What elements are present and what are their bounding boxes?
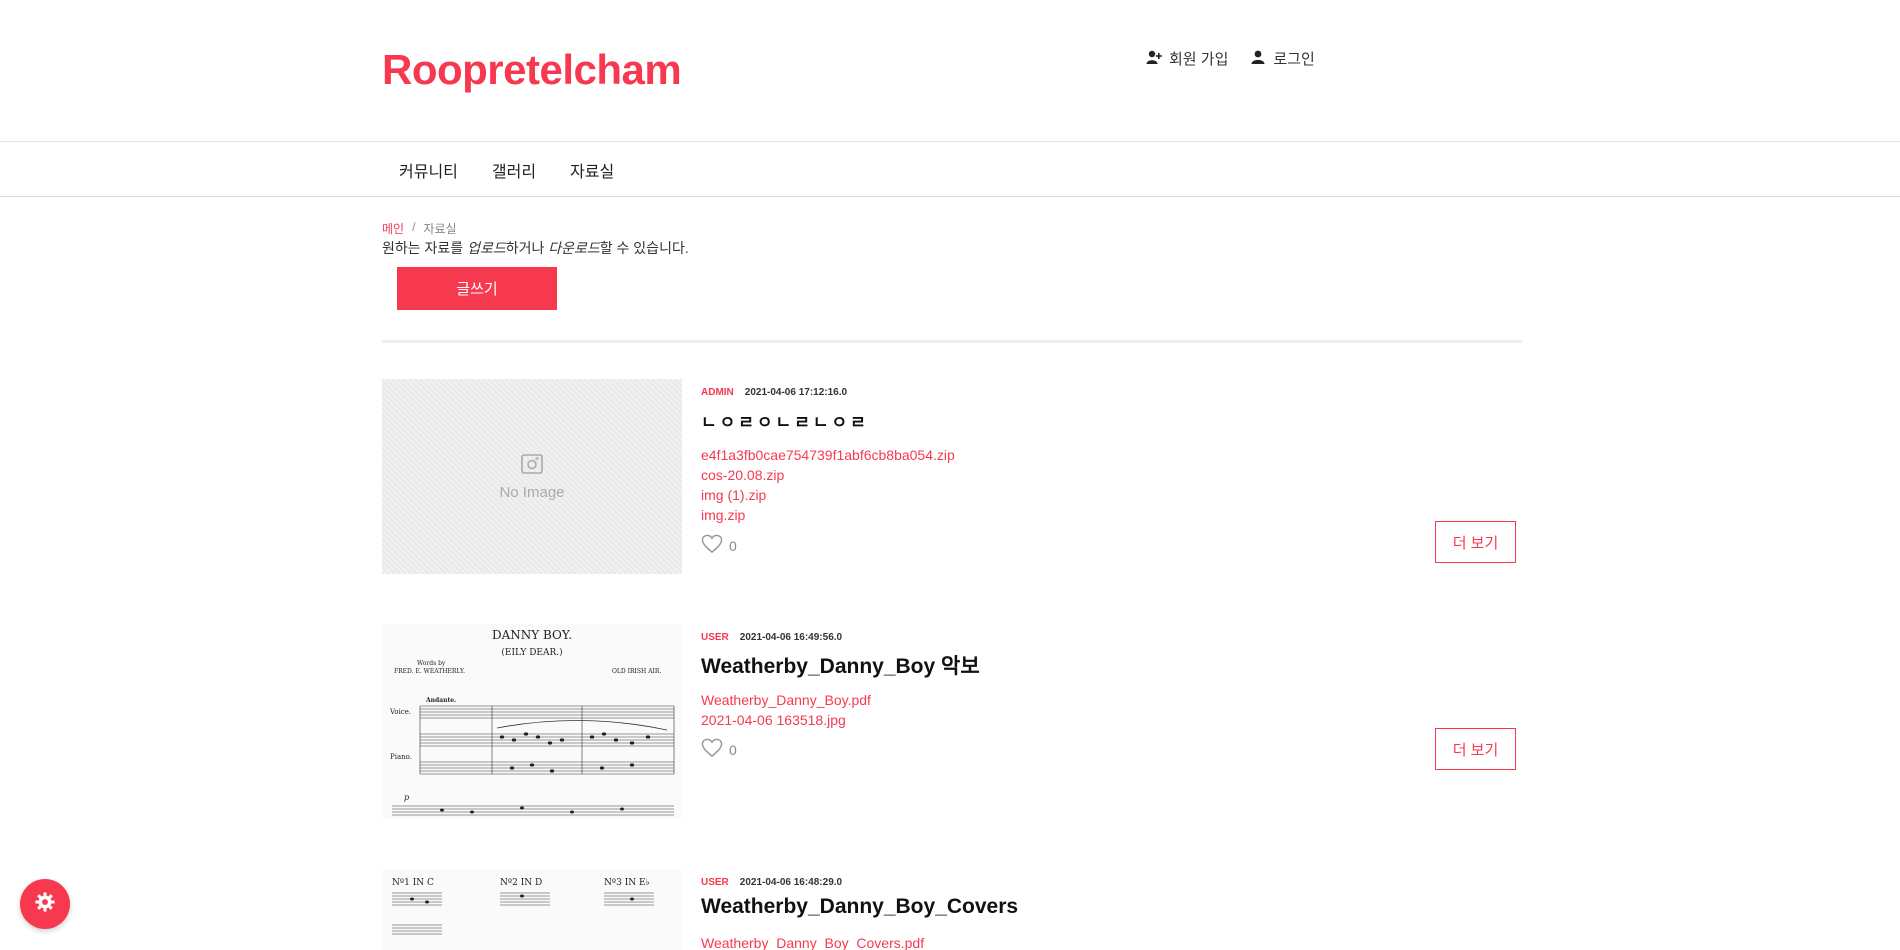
post-title[interactable]: ㄴㅇㄹㅇㄴㄹㄴㅇㄹ bbox=[701, 408, 869, 433]
breadcrumb-home[interactable]: 메인 bbox=[382, 220, 404, 237]
svg-text:p: p bbox=[404, 793, 409, 802]
svg-text:FRED. E. WEATHERLY.: FRED. E. WEATHERLY. bbox=[394, 668, 465, 675]
description-upload: 업로드 bbox=[467, 240, 506, 256]
svg-text:Piano.: Piano. bbox=[390, 753, 412, 761]
svg-text:Nº1 IN C: Nº1 IN C bbox=[392, 878, 434, 888]
site-logo[interactable]: Roopretelcham bbox=[382, 46, 682, 94]
breadcrumb: 메인 / 자료실 bbox=[382, 220, 457, 237]
post-date: 2021-04-06 16:48:29.0 bbox=[739, 877, 843, 888]
file-link[interactable]: img (1).zip bbox=[701, 485, 955, 505]
login-link[interactable]: 로그인 bbox=[1250, 48, 1315, 69]
svg-text:DANNY BOY.: DANNY BOY. bbox=[492, 628, 572, 642]
like-button[interactable]: 0 bbox=[701, 534, 737, 557]
user-plus-icon bbox=[1146, 49, 1162, 69]
file-link[interactable]: img.zip bbox=[701, 505, 955, 525]
heart-icon bbox=[701, 738, 723, 761]
post-files: Weatherby_Danny_Boy.pdf 2021-04-06 16351… bbox=[701, 690, 871, 730]
post-author: USER bbox=[701, 632, 729, 643]
divider bbox=[382, 340, 1522, 343]
post-thumbnail[interactable]: No Image bbox=[382, 379, 682, 574]
file-link[interactable]: cos-20.08.zip bbox=[701, 465, 955, 485]
post-files: e4f1a3fb0cae754739f1abf6cb8ba054.zip cos… bbox=[701, 445, 955, 525]
svg-text:Nº3 IN E♭: Nº3 IN E♭ bbox=[604, 878, 650, 888]
page-description: 원하는 자료를 업로드하거나 다운로드할 수 있습니다. bbox=[382, 238, 689, 258]
description-download: 다운로드 bbox=[548, 240, 600, 256]
heart-icon bbox=[701, 534, 723, 557]
post-meta: USER 2021-04-06 16:49:56.0 bbox=[701, 632, 842, 643]
post-title[interactable]: Weatherby_Danny_Boy 악보 bbox=[701, 650, 980, 680]
more-button[interactable]: 더 보기 bbox=[1435, 728, 1516, 770]
breadcrumb-separator: / bbox=[412, 220, 416, 234]
more-button[interactable]: 더 보기 bbox=[1435, 521, 1516, 563]
description-text: 할 수 있습니다. bbox=[599, 240, 689, 256]
main-nav: 커뮤니티 갤러리 자료실 bbox=[0, 142, 1900, 197]
description-text: 하거나 bbox=[505, 240, 549, 256]
file-link[interactable]: Weatherby_Danny_Boy_Covers.pdf bbox=[701, 933, 924, 950]
sheet-music-image: DANNY BOY. (EILY DEAR.) Words by FRED. E… bbox=[382, 624, 682, 819]
svg-text:Andante.: Andante. bbox=[425, 697, 456, 704]
file-link[interactable]: e4f1a3fb0cae754739f1abf6cb8ba054.zip bbox=[701, 445, 955, 465]
post-files: Weatherby_Danny_Boy_Covers.pdf bbox=[701, 933, 924, 950]
user-links: 회원 가입 로그인 bbox=[1146, 48, 1315, 69]
like-count: 0 bbox=[729, 537, 737, 554]
svg-text:(EILY DEAR.): (EILY DEAR.) bbox=[501, 647, 562, 658]
file-link[interactable]: 2021-04-06 163518.jpg bbox=[701, 710, 871, 730]
breadcrumb-current: 자료실 bbox=[423, 222, 457, 236]
file-link[interactable]: Weatherby_Danny_Boy.pdf bbox=[701, 690, 871, 710]
settings-button[interactable] bbox=[20, 879, 70, 929]
description-text: 원하는 자료를 bbox=[382, 240, 468, 256]
nav-item-gallery[interactable]: 갤러리 bbox=[475, 158, 553, 182]
gear-icon bbox=[34, 891, 56, 918]
like-button[interactable]: 0 bbox=[701, 738, 737, 761]
sheet-music-image: Nº1 IN C Nº2 IN D Nº3 IN E♭ bbox=[382, 869, 682, 950]
post-thumbnail[interactable]: Nº1 IN C Nº2 IN D Nº3 IN E♭ bbox=[382, 869, 682, 950]
svg-text:Nº2 IN D: Nº2 IN D bbox=[500, 878, 542, 888]
post-meta: USER 2021-04-06 16:48:29.0 bbox=[701, 877, 842, 888]
nav-item-community[interactable]: 커뮤니티 bbox=[382, 158, 475, 182]
svg-text:OLD IRISH AIR.: OLD IRISH AIR. bbox=[612, 668, 661, 675]
nav-item-archive[interactable]: 자료실 bbox=[553, 158, 631, 182]
post-meta: ADMIN 2021-04-06 17:12:16.0 bbox=[701, 387, 847, 398]
signup-link[interactable]: 회원 가입 bbox=[1146, 48, 1228, 69]
login-label: 로그인 bbox=[1273, 51, 1315, 68]
svg-text:Words by: Words by bbox=[417, 660, 446, 667]
post-date: 2021-04-06 17:12:16.0 bbox=[744, 387, 848, 398]
post-thumbnail[interactable]: DANNY BOY. (EILY DEAR.) Words by FRED. E… bbox=[382, 624, 682, 819]
no-image-label: No Image bbox=[499, 484, 565, 501]
camera-icon bbox=[520, 452, 544, 484]
signup-label: 회원 가입 bbox=[1169, 51, 1229, 68]
post-author: ADMIN bbox=[701, 387, 734, 398]
write-button[interactable]: 글쓰기 bbox=[397, 267, 557, 310]
post-title[interactable]: Weatherby_Danny_Boy_Covers bbox=[701, 895, 1018, 919]
svg-text:Voice.: Voice. bbox=[389, 708, 411, 716]
like-count: 0 bbox=[729, 741, 737, 758]
user-icon bbox=[1250, 49, 1266, 69]
post-date: 2021-04-06 16:49:56.0 bbox=[739, 632, 843, 643]
site-header: Roopretelcham 회원 가입 로그인 bbox=[0, 0, 1900, 142]
post-author: USER bbox=[701, 877, 729, 888]
